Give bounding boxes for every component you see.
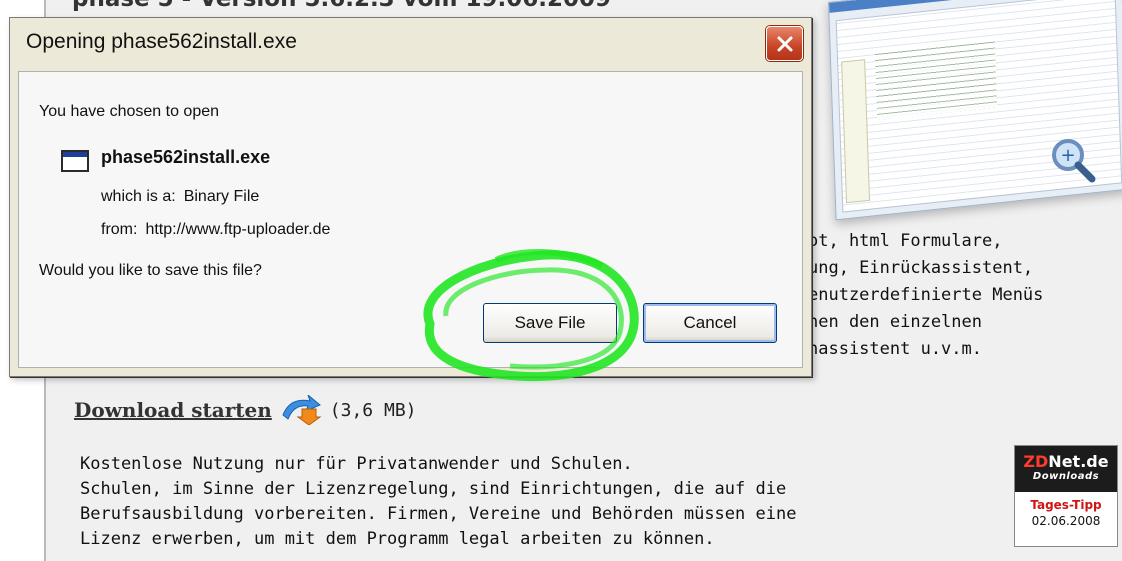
- badge-tip: Tages-Tipp: [1030, 498, 1102, 512]
- badge-brand: ZDNet.de: [1015, 446, 1117, 471]
- badge-header: ZDNet.de Downloads: [1015, 446, 1117, 492]
- intro-text: You have chosen to open: [39, 103, 220, 120]
- license-line: Schulen, im Sinne der Lizenzregelung, si…: [80, 479, 787, 499]
- page-heading: phase 5 - Version 5.6.2.3 vom 19.06.2009: [72, 0, 611, 12]
- license-text: Kostenlose Nutzung nur für Privatanwende…: [80, 452, 796, 552]
- download-size: (3,6 MB): [329, 399, 417, 421]
- file-type-row: which is a: Binary File: [101, 188, 259, 206]
- license-line: Kostenlose Nutzung nur für Privatanwende…: [80, 454, 633, 474]
- save-file-button[interactable]: Save File: [483, 303, 617, 343]
- description-line: enutzerdefinierte Menüs: [808, 285, 1044, 305]
- download-dialog: Opening phase562install.exe You have cho…: [9, 17, 812, 377]
- save-question: Would you like to save this file?: [39, 262, 262, 279]
- download-arrow-icon[interactable]: [280, 395, 322, 425]
- badge-subtitle: Downloads: [1032, 471, 1100, 482]
- file-type-value: Binary File: [183, 188, 260, 205]
- dialog-title: Opening phase562install.exe: [26, 30, 297, 53]
- file-name: phase562install.exe: [101, 147, 271, 167]
- magnifier-icon[interactable]: +: [1048, 135, 1096, 183]
- badge-brand-rest: Net.de: [1048, 452, 1109, 471]
- badge-date: 02.06.2008: [1031, 514, 1101, 528]
- svg-text:+: +: [1060, 145, 1075, 166]
- cancel-button[interactable]: Cancel: [643, 303, 777, 343]
- badge-brand-z: ZD: [1023, 452, 1049, 471]
- license-line: Berufsausbildung vorbereiten. Firmen, Ve…: [80, 504, 797, 524]
- description-line: ot, html Formulare,: [808, 231, 1003, 251]
- license-line: Lizenz erwerben, um mit dem Programm leg…: [80, 529, 715, 549]
- file-type-label: which is a:: [101, 188, 176, 205]
- dialog-titlebar[interactable]: Opening phase562install.exe: [10, 18, 811, 71]
- close-icon: [777, 36, 792, 51]
- download-link[interactable]: Download starten: [74, 398, 272, 422]
- application-file-icon: [61, 150, 89, 172]
- file-source-label: from:: [101, 221, 138, 238]
- screenshot-thumbnail[interactable]: [828, 0, 1122, 221]
- description-line: nassistent u.v.m.: [808, 339, 982, 359]
- thumbnail-sidebar: [841, 59, 871, 204]
- file-source-row: from: http://www.ftp-uploader.de: [101, 221, 330, 239]
- zdnet-badge[interactable]: ZDNet.de Downloads Tages-Tipp 02.06.2008: [1014, 445, 1118, 547]
- feature-description: ot, html Formulare, ung, Einrückassisten…: [808, 228, 1043, 363]
- description-line: ung, Einrückassistent,: [808, 258, 1034, 278]
- description-line: hen den einzelnen: [808, 312, 982, 332]
- thumbnail-code: [874, 37, 998, 120]
- close-button[interactable]: [766, 26, 803, 61]
- file-source-value: http://www.ftp-uploader.de: [145, 221, 331, 238]
- dialog-body: You have chosen to open phase562install.…: [18, 71, 803, 368]
- download-row: Download starten (3,6 MB): [74, 393, 417, 427]
